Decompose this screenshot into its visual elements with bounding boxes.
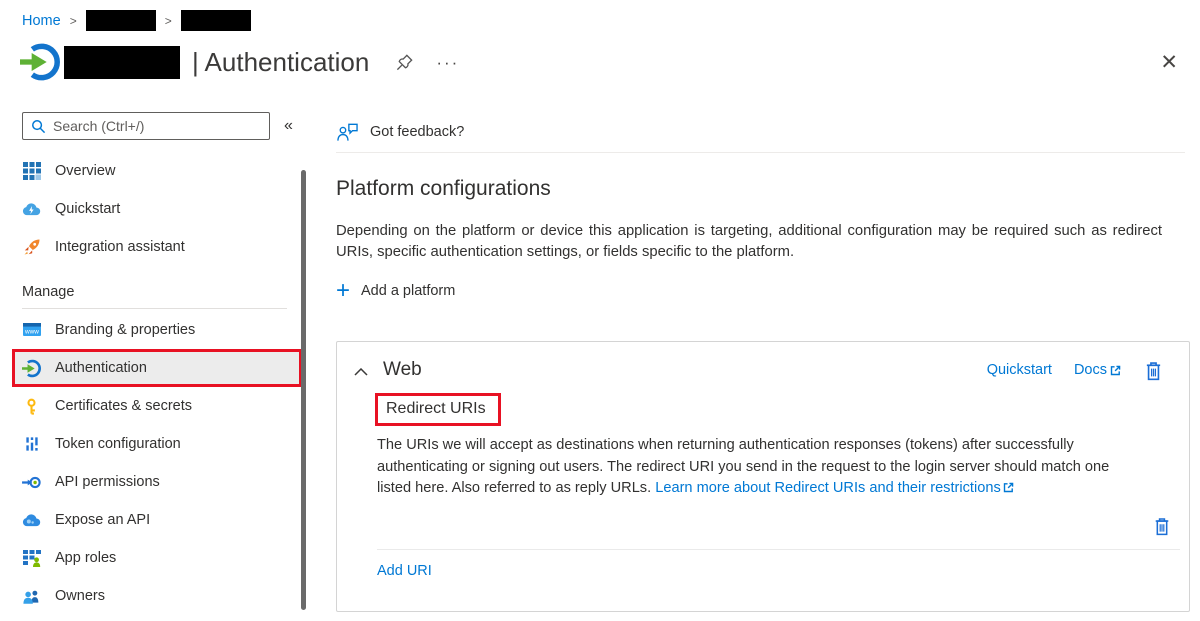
- plus-icon: +: [336, 281, 350, 301]
- breadcrumb-home-link[interactable]: Home: [22, 13, 61, 29]
- rocket-icon: [22, 238, 41, 257]
- web-platform-card: Web Quickstart Docs: [336, 341, 1190, 612]
- docs-link-label: Docs: [1074, 362, 1107, 378]
- sidebar-section-manage: Manage: [0, 278, 312, 306]
- sidebar-item-label: Overview: [55, 163, 115, 179]
- sidebar-item-label: Owners: [55, 588, 105, 604]
- sidebar-nav: Overview Quickstart Integ: [0, 152, 312, 615]
- quickstart-link[interactable]: Quickstart: [987, 362, 1052, 378]
- pin-icon[interactable]: [395, 53, 414, 72]
- sidebar-item-integration-assistant[interactable]: Integration assistant: [0, 228, 312, 266]
- sidebar-item-owners[interactable]: Owners: [0, 577, 312, 615]
- sidebar-item-quickstart[interactable]: Quickstart: [0, 190, 312, 228]
- breadcrumb-redacted-link-2[interactable]: [181, 10, 251, 31]
- learn-more-link[interactable]: Learn more about Redirect URIs and their…: [655, 480, 1015, 496]
- sidebar-divider: [22, 308, 287, 309]
- feedback-icon: [336, 122, 359, 142]
- overview-icon: [22, 162, 41, 181]
- redirect-uri-row: [377, 504, 1180, 550]
- sidebar-scrollbar[interactable]: [301, 170, 306, 610]
- owners-icon: [22, 587, 41, 606]
- breadcrumb-separator: >: [70, 14, 77, 28]
- sidebar-item-branding-properties[interactable]: www Branding & properties: [0, 311, 312, 349]
- redirect-uris-label-highlighted: Redirect URIs: [375, 393, 501, 426]
- platform-configurations-heading: Platform configurations: [336, 177, 551, 201]
- app-registration-logo-icon: [20, 42, 60, 82]
- svg-text:www: www: [24, 329, 39, 336]
- api-permissions-icon: [22, 473, 41, 492]
- sidebar-item-label: Certificates & secrets: [55, 398, 192, 414]
- page-title: | Authentication: [192, 47, 369, 78]
- sidebar-item-token-configuration[interactable]: Token configuration: [0, 425, 312, 463]
- sidebar-item-label: Branding & properties: [55, 322, 195, 338]
- app-name-redacted: [64, 46, 180, 79]
- learn-more-link-label: Learn more about Redirect URIs and their…: [655, 480, 1001, 496]
- search-icon: [31, 119, 46, 134]
- close-icon[interactable]: ✕: [1160, 52, 1178, 73]
- got-feedback-label: Got feedback?: [370, 124, 464, 140]
- breadcrumb-separator: >: [165, 14, 172, 28]
- sidebar-item-api-permissions[interactable]: API permissions: [0, 463, 312, 501]
- more-options-button[interactable]: ···: [436, 54, 459, 71]
- sidebar-item-certificates-secrets[interactable]: Certificates & secrets: [0, 387, 312, 425]
- app-roles-icon: [22, 549, 41, 568]
- sidebar-item-label: Integration assistant: [55, 239, 185, 255]
- sidebar-item-label: App roles: [55, 550, 116, 566]
- branding-icon: www: [22, 321, 41, 340]
- sidebar-item-label: Quickstart: [55, 201, 120, 217]
- web-card-title: Web: [383, 359, 422, 381]
- got-feedback-button[interactable]: Got feedback?: [336, 112, 1185, 153]
- sidebar-item-overview[interactable]: Overview: [0, 152, 312, 190]
- token-configuration-icon: [22, 435, 41, 454]
- cloud-icon: [22, 511, 41, 530]
- add-uri-link[interactable]: Add URI: [377, 563, 432, 579]
- sidebar-item-expose-an-api[interactable]: Expose an API: [0, 501, 312, 539]
- sidebar-item-authentication[interactable]: Authentication: [12, 349, 302, 387]
- search-input[interactable]: [53, 118, 261, 134]
- add-a-platform-button[interactable]: + Add a platform: [336, 281, 455, 301]
- sidebar-collapse-button[interactable]: «: [284, 117, 293, 135]
- chevron-up-icon[interactable]: [354, 365, 368, 376]
- delete-uri-trash-icon[interactable]: [1153, 516, 1171, 536]
- authentication-icon: [22, 359, 41, 378]
- sidebar-item-label: Token configuration: [55, 436, 181, 452]
- redirect-uris-description: The URIs we will accept as destinations …: [377, 435, 1139, 502]
- key-icon: [22, 397, 41, 416]
- sidebar-item-label: API permissions: [55, 474, 160, 490]
- breadcrumb: Home > >: [22, 10, 251, 31]
- sidebar-item-app-roles[interactable]: App roles: [0, 539, 312, 577]
- quickstart-icon: [22, 200, 41, 219]
- add-a-platform-label: Add a platform: [361, 283, 455, 299]
- external-link-icon: [1109, 364, 1122, 377]
- docs-link[interactable]: Docs: [1074, 362, 1122, 378]
- sidebar: « Overview: [0, 112, 312, 615]
- breadcrumb-redacted-link-1[interactable]: [86, 10, 156, 31]
- search-box: [22, 112, 270, 140]
- external-link-icon: [1002, 480, 1015, 502]
- title-bar: | Authentication ··· ✕: [20, 40, 1178, 84]
- platform-configurations-description: Depending on the platform or device this…: [336, 221, 1162, 263]
- sidebar-item-label: Authentication: [55, 360, 147, 376]
- delete-platform-trash-icon[interactable]: [1144, 360, 1163, 381]
- sidebar-item-label: Expose an API: [55, 512, 150, 528]
